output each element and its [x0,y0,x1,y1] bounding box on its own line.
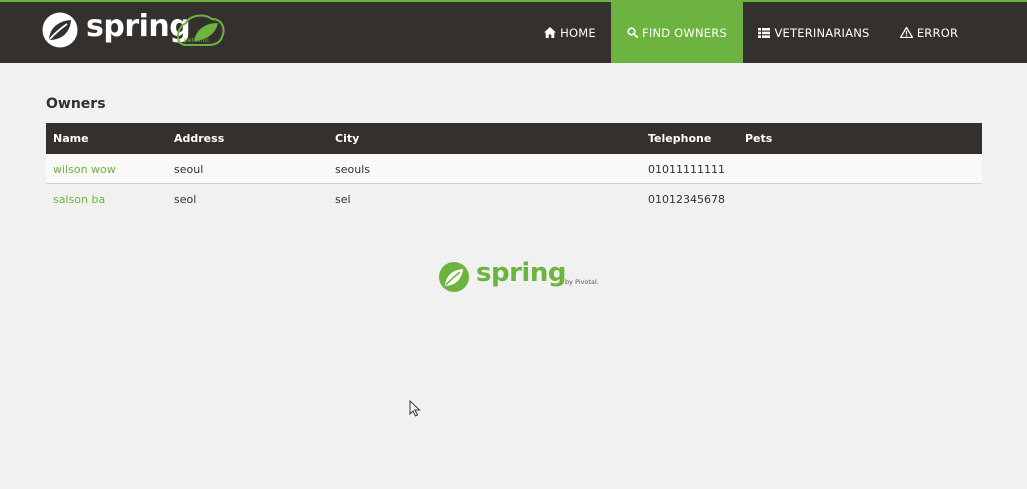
header-name: Name [53,132,89,145]
header-city: City [335,132,360,145]
navbar: spring petclinic HOME FIND OWNERS VETERI… [0,2,1027,63]
home-icon [544,27,557,38]
main-nav: HOME FIND OWNERS VETERINARIANS ERROR [0,2,1027,63]
table-row: salson ba seol sel 01012345678 [46,184,982,214]
nav-error-label: ERROR [916,25,959,40]
nav-home-label: HOME [560,25,596,40]
nav-veterinarians-label: VETERINARIANS [774,25,870,40]
owner-name-link[interactable]: wilson wow [53,154,116,184]
search-icon [627,27,639,38]
list-icon [758,27,771,38]
footer-logo: spring by Pivotal. [438,258,608,295]
owners-table: Name Address City Telephone Pets wilson … [46,123,982,214]
owner-telephone: 01011111111 [648,162,725,176]
footer-logo-text: spring [476,258,566,288]
owner-city: seouls [335,162,370,176]
page-title: Owners [46,96,106,112]
spring-leaf-icon [439,262,469,292]
nav-veterinarians[interactable]: VETERINARIANS [746,2,882,63]
owner-city: sel [335,192,351,206]
table-header: Name Address City Telephone Pets [46,123,982,154]
nav-find-owners-label: FIND OWNERS [642,25,727,40]
header-telephone: Telephone [648,132,712,145]
header-address: Address [174,132,225,145]
nav-find-owners[interactable]: FIND OWNERS [611,2,743,63]
nav-home[interactable]: HOME [530,2,610,63]
owner-address: seoul [174,162,204,176]
header-pets: Pets [745,132,773,145]
table-row: wilson wow seoul seouls 01011111111 [46,154,982,184]
owner-name-link[interactable]: salson ba [53,184,105,214]
owner-address: seol [174,192,197,206]
warning-icon [899,27,913,38]
nav-error[interactable]: ERROR [887,2,971,63]
footer-by-pivotal: by Pivotal. [565,278,599,286]
mouse-cursor-icon [409,400,421,417]
owner-telephone: 01012345678 [648,192,725,206]
